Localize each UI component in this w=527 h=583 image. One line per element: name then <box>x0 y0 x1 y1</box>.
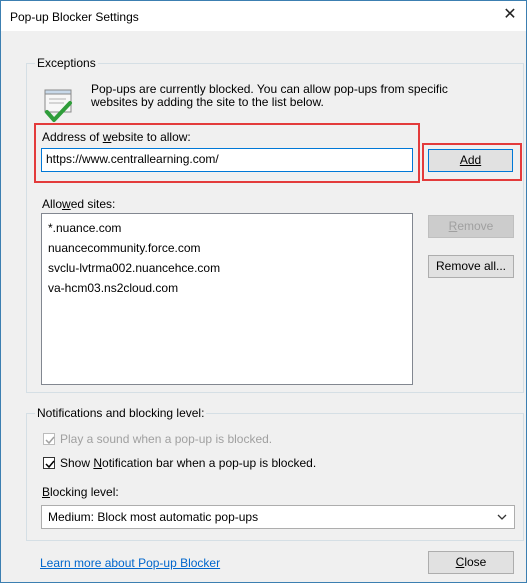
chevron-down-icon <box>496 511 508 526</box>
checkmark-icon <box>45 436 55 445</box>
list-item[interactable]: *.nuance.com <box>48 218 406 238</box>
address-label: Address of website to allow: <box>42 130 191 144</box>
allowed-sites-label: Allowed sites: <box>42 197 116 211</box>
checkbox-box[interactable] <box>43 457 55 469</box>
allowed-sites-list[interactable]: *.nuance.com nuancecommunity.force.com s… <box>41 213 413 385</box>
info-line-2: websites by adding the site to the list … <box>91 95 324 109</box>
blocking-level-select[interactable]: Medium: Block most automatic pop-ups <box>41 505 515 529</box>
blocking-level-label: Blocking level: <box>42 485 119 499</box>
window-title: Pop-up Blocker Settings <box>10 10 139 24</box>
checkbox-box[interactable] <box>43 433 55 445</box>
title-bar: Pop-up Blocker Settings ✕ <box>1 1 526 31</box>
play-sound-checkbox[interactable]: Play a sound when a pop-up is blocked. <box>43 432 272 446</box>
show-notification-bar-label: Show Notification bar when a pop-up is b… <box>60 456 317 470</box>
close-icon[interactable]: ✕ <box>500 5 520 25</box>
list-item[interactable]: svclu-lvtrma002.nuancehce.com <box>48 258 406 278</box>
remove-button[interactable]: Remove <box>428 215 514 238</box>
close-button[interactable]: Close <box>428 551 514 574</box>
exceptions-info: Pop-ups are currently blocked. You can a… <box>91 83 511 109</box>
shield-check-icon <box>42 87 78 123</box>
learn-more-link[interactable]: Learn more about Pop-up Blocker <box>40 556 220 570</box>
list-item[interactable]: nuancecommunity.force.com <box>48 238 406 258</box>
notifications-group-label: Notifications and blocking level: <box>35 406 207 420</box>
checkmark-icon <box>45 460 55 469</box>
show-notification-bar-checkbox[interactable]: Show Notification bar when a pop-up is b… <box>43 456 316 470</box>
popup-blocker-dialog: Pop-up Blocker Settings ✕ Exceptions Pop… <box>0 0 527 583</box>
add-button[interactable]: Add <box>428 149 513 172</box>
exceptions-group-label: Exceptions <box>35 56 98 70</box>
list-item[interactable]: va-hcm03.ns2cloud.com <box>48 278 406 298</box>
blocking-level-value: Medium: Block most automatic pop-ups <box>48 510 259 524</box>
remove-all-button[interactable]: Remove all... <box>428 255 514 278</box>
play-sound-label: Play a sound when a pop-up is blocked. <box>60 432 273 446</box>
address-input[interactable]: https://www.centrallearning.com/ <box>41 148 413 172</box>
